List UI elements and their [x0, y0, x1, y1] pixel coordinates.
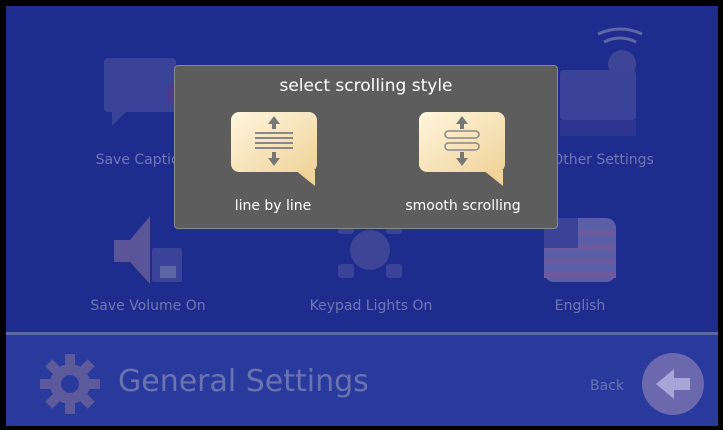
settings-panel: Save Caption Other Settings Save Volume …: [6, 6, 718, 426]
option-label: smooth scrolling: [405, 198, 521, 214]
language-tile[interactable]: English: [530, 216, 630, 320]
smooth-scrolling-icon: [419, 112, 505, 186]
caption-bubble-icon: [104, 58, 180, 126]
line-by-line-icon: [231, 112, 317, 186]
screen: Save Caption Other Settings Save Volume …: [0, 0, 723, 430]
dialog-title: select scrolling style: [279, 76, 453, 96]
scroll-style-dialog: select scrolling style line by line smoo…: [174, 65, 558, 229]
arrow-left-icon: [656, 369, 690, 399]
keypad-lights-tile[interactable]: Keypad Lights On: [306, 216, 436, 320]
tile-label: Other Settings: [552, 152, 654, 168]
line-by-line-option[interactable]: line by line: [193, 110, 353, 220]
back-button[interactable]: [642, 353, 704, 415]
tile-label: English: [554, 298, 606, 314]
back-label[interactable]: Back: [590, 378, 624, 394]
option-label: line by line: [234, 198, 312, 214]
gear-icon: [40, 354, 100, 414]
page-title: General Settings: [118, 364, 369, 399]
tile-label: Keypad Lights On: [309, 298, 433, 314]
smooth-scrolling-option[interactable]: smooth scrolling: [383, 110, 543, 220]
tile-label: Save Volume On: [90, 298, 206, 314]
